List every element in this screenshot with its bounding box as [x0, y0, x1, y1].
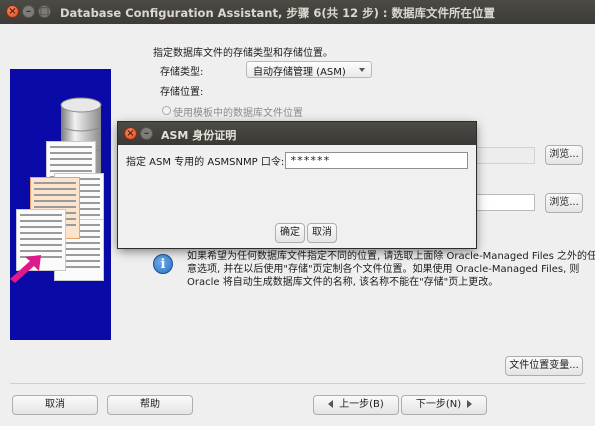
footer-separator — [10, 383, 585, 384]
browse-button-2[interactable]: 浏览... — [545, 193, 583, 213]
info-message: 如果希望为任何数据库文件指定不同的位置, 请选取上面除 Oracle-Manag… — [187, 250, 595, 289]
pointer-arrow-icon — [10, 255, 41, 283]
file-location-field-1[interactable] — [476, 147, 535, 164]
dialog-title: ASM 身份证明 — [161, 129, 237, 142]
maximize-icon[interactable]: □ — [38, 5, 51, 18]
storage-location-label: 存储位置: — [160, 87, 204, 98]
asm-credentials-dialog: × – ASM 身份证明 指定 ASM 专用的 ASMSNMP 口令: ****… — [118, 122, 476, 248]
wizard-illustration — [10, 69, 111, 340]
back-button-label: 上一步(B) — [339, 399, 384, 410]
asmsnmp-password-field[interactable]: ****** — [285, 152, 468, 169]
minimize-icon[interactable]: – — [140, 127, 153, 140]
back-arrow-icon — [328, 400, 334, 408]
back-button[interactable]: 上一步(B) — [313, 395, 399, 415]
cancel-button[interactable]: 取消 — [12, 395, 98, 415]
dialog-cancel-button[interactable]: 取消 — [307, 223, 337, 243]
info-line: 意选项, 并在以后使用"存储"页定制各个文件位置。如果使用 Oracle-Man… — [187, 264, 580, 275]
template-location-radio-label: 使用模板中的数据库文件位置 — [173, 108, 303, 119]
asmsnmp-password-label: 指定 ASM 专用的 ASMSNMP 口令: — [126, 157, 285, 168]
ok-button[interactable]: 确定 — [275, 223, 305, 243]
file-location-variables-button[interactable]: 文件位置变量... — [505, 356, 583, 376]
close-icon[interactable]: × — [6, 5, 19, 18]
window-title: Database Configuration Assistant, 步骤 6(共… — [60, 6, 495, 20]
chevron-down-icon — [359, 68, 365, 72]
info-line: 如果希望为任何数据库文件指定不同的位置, 请选取上面除 Oracle-Manag… — [187, 251, 595, 262]
title-bar: × – □ Database Configuration Assistant, … — [0, 0, 595, 24]
storage-type-select[interactable]: 自动存储管理 (ASM) — [246, 61, 372, 78]
help-button[interactable]: 帮助 — [107, 395, 193, 415]
main-window: × – □ Database Configuration Assistant, … — [0, 0, 595, 426]
dialog-title-bar: × – ASM 身份证明 — [118, 122, 476, 145]
storage-type-label: 存储类型: — [160, 67, 204, 78]
info-icon: i — [153, 254, 173, 274]
next-button[interactable]: 下一步(N) — [401, 395, 487, 415]
browse-button-1[interactable]: 浏览... — [545, 145, 583, 165]
storage-type-value: 自动存储管理 (ASM) — [253, 67, 346, 78]
template-location-radio[interactable] — [162, 106, 171, 115]
next-button-label: 下一步(N) — [415, 399, 462, 410]
file-location-field-2[interactable] — [476, 194, 535, 211]
page-heading: 指定数据库文件的存储类型和存储位置。 — [153, 48, 333, 59]
next-arrow-icon — [467, 400, 473, 408]
close-icon[interactable]: × — [124, 127, 137, 140]
info-line: Oracle 将自动生成数据库文件的名称, 该名称不能在"存储"页上更改。 — [187, 277, 499, 288]
minimize-icon[interactable]: – — [22, 5, 35, 18]
